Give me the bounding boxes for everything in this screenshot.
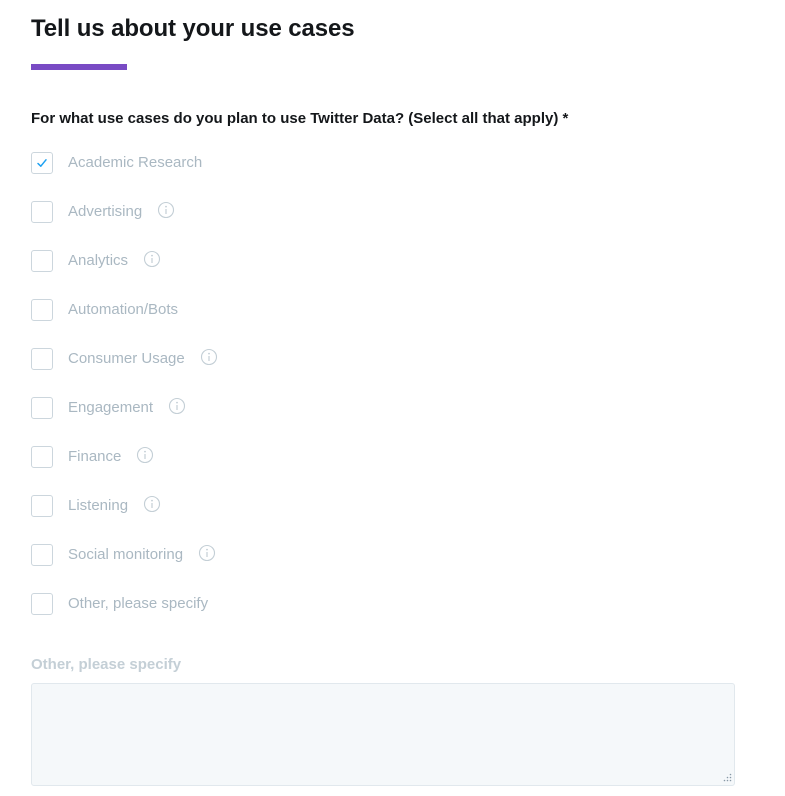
option-analytics[interactable]: Analytics <box>31 249 218 298</box>
social-monitoring-checkbox[interactable] <box>31 544 53 566</box>
advertising-label: Advertising <box>68 203 143 220</box>
option-listening[interactable]: Listening <box>31 494 218 543</box>
info-icon[interactable] <box>157 201 175 219</box>
academic-research-label: Academic Research <box>68 154 203 171</box>
engagement-checkbox[interactable] <box>31 397 53 419</box>
info-icon[interactable] <box>200 348 218 366</box>
finance-label: Finance <box>68 448 122 465</box>
academic-research-checkbox[interactable] <box>31 152 53 174</box>
option-advertising[interactable]: Advertising <box>31 200 218 249</box>
option-academic-research[interactable]: Academic Research <box>31 151 218 200</box>
option-consumer-usage[interactable]: Consumer Usage <box>31 347 218 396</box>
listening-label: Listening <box>68 497 129 514</box>
title-underline <box>31 64 127 70</box>
engagement-label: Engagement <box>68 399 154 416</box>
option-social-monitoring[interactable]: Social monitoring <box>31 543 218 592</box>
option-finance[interactable]: Finance <box>31 445 218 494</box>
social-monitoring-label: Social monitoring <box>68 546 184 563</box>
info-icon[interactable] <box>143 495 161 513</box>
info-icon[interactable] <box>143 250 161 268</box>
option-automation-bots[interactable]: Automation/Bots <box>31 298 218 347</box>
option-engagement[interactable]: Engagement <box>31 396 218 445</box>
other-specify-textarea[interactable] <box>31 683 735 786</box>
consumer-usage-label: Consumer Usage <box>68 350 185 367</box>
info-icon[interactable] <box>198 544 216 562</box>
analytics-label: Analytics <box>68 252 129 269</box>
other-label: Other, please specify <box>68 595 209 612</box>
finance-checkbox[interactable] <box>31 446 53 468</box>
analytics-checkbox[interactable] <box>31 250 53 272</box>
check-icon <box>37 159 47 167</box>
advertising-checkbox[interactable] <box>31 201 53 223</box>
resize-grip-icon[interactable] <box>723 773 732 782</box>
use-cases-question: For what use cases do you plan to use Tw… <box>31 110 569 127</box>
automation-bots-label: Automation/Bots <box>68 301 179 318</box>
option-other[interactable]: Other, please specify <box>31 592 218 641</box>
use-case-options: Academic Research Advertising Analytics … <box>31 151 218 641</box>
consumer-usage-checkbox[interactable] <box>31 348 53 370</box>
page-title: Tell us about your use cases <box>31 15 355 42</box>
other-field-label: Other, please specify <box>31 656 182 673</box>
info-icon[interactable] <box>168 397 186 415</box>
listening-checkbox[interactable] <box>31 495 53 517</box>
automation-bots-checkbox[interactable] <box>31 299 53 321</box>
info-icon[interactable] <box>136 446 154 464</box>
other-checkbox[interactable] <box>31 593 53 615</box>
